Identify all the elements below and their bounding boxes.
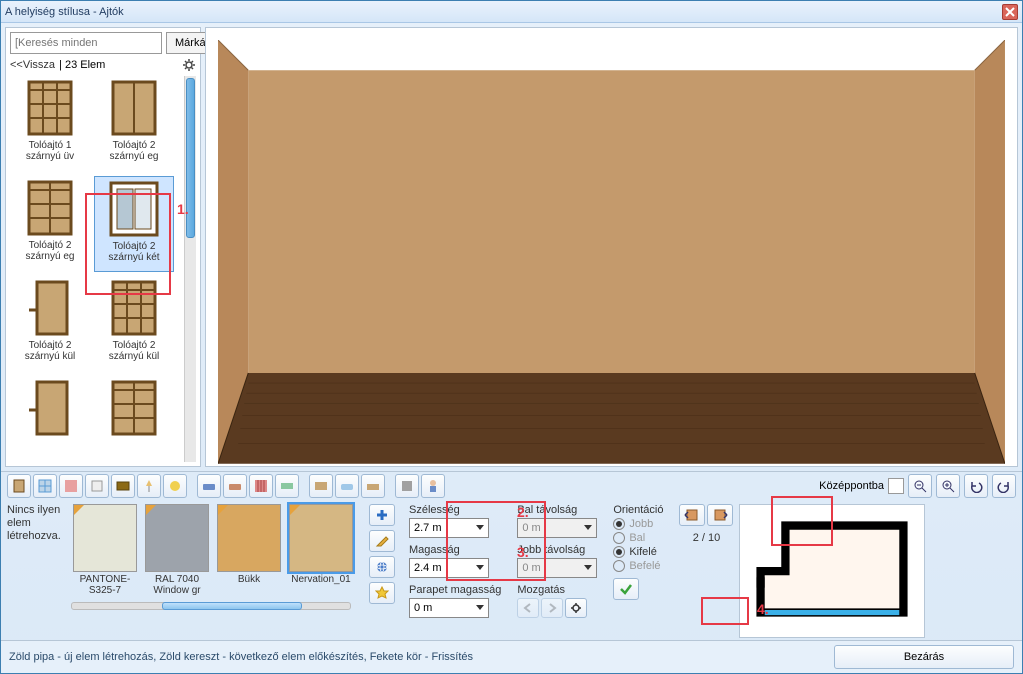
favorite-button[interactable] bbox=[369, 582, 395, 604]
chevron-down-icon bbox=[476, 565, 484, 570]
catalog-item[interactable] bbox=[94, 376, 174, 462]
chevron-down-icon bbox=[476, 605, 484, 610]
confirm-button[interactable] bbox=[613, 578, 639, 600]
cat-light-icon[interactable] bbox=[163, 474, 187, 498]
move-settings-button[interactable] bbox=[565, 598, 587, 618]
catalog-item[interactable]: Tolóajtó 1 szárnyú üv bbox=[10, 76, 90, 172]
chevron-down-icon bbox=[584, 565, 592, 570]
zoom-out-icon[interactable] bbox=[908, 474, 932, 498]
undo-icon[interactable] bbox=[964, 474, 988, 498]
no-item-label: Nincs ilyen elem létrehozva. bbox=[7, 504, 65, 544]
floorplan-panel bbox=[739, 504, 925, 638]
swatch-item[interactable]: Bükk bbox=[215, 504, 283, 596]
category-toolbar: Középpontba bbox=[1, 471, 1022, 500]
catalog-item[interactable]: Tolóajtó 2 szárnyú eg bbox=[94, 76, 174, 172]
cat-window-icon[interactable] bbox=[33, 474, 57, 498]
back-link[interactable]: <<Vissza bbox=[10, 59, 55, 71]
add-button[interactable] bbox=[369, 504, 395, 526]
redo-icon[interactable] bbox=[992, 474, 1016, 498]
item-count: | 23 Elem bbox=[59, 59, 105, 71]
move-right-button bbox=[541, 598, 563, 618]
height-select[interactable]: 2.4 m bbox=[409, 558, 489, 578]
cat-sofa-icon[interactable] bbox=[197, 474, 221, 498]
cat-lamp-icon[interactable] bbox=[137, 474, 161, 498]
catalog-item[interactable]: Tolóajtó 2 szárnyú kül bbox=[10, 276, 90, 372]
close-button[interactable]: Bezárás bbox=[834, 645, 1014, 669]
orient-label: Orientáció bbox=[613, 504, 663, 516]
center-label: Középpontba bbox=[819, 480, 884, 492]
status-text: Zöld pipa - új elem létrehozás, Zöld ker… bbox=[9, 651, 834, 663]
chevron-down-icon bbox=[584, 525, 592, 530]
swatch-scrollbar[interactable] bbox=[71, 602, 351, 610]
parapet-select[interactable]: 0 m bbox=[409, 598, 489, 618]
titlebar: A helyiség stílusa - Ajtók bbox=[1, 1, 1022, 23]
move-label: Mozgatás bbox=[517, 584, 597, 596]
cat-office-icon[interactable] bbox=[361, 474, 385, 498]
window-title: A helyiség stílusa - Ajtók bbox=[5, 6, 1002, 18]
floorplan-svg[interactable] bbox=[744, 509, 920, 633]
page-indicator: 2 / 10 bbox=[693, 532, 721, 544]
cat-rug-icon[interactable] bbox=[275, 474, 299, 498]
cat-switch-icon[interactable] bbox=[85, 474, 109, 498]
swatch-item-selected[interactable]: Nervation_01 bbox=[287, 504, 355, 596]
window-close-button[interactable] bbox=[1002, 4, 1018, 20]
window: A helyiség stílusa - Ajtók Márkák <<Viss… bbox=[0, 0, 1023, 674]
catalog-sidebar: Márkák <<Vissza | 23 Elem Tolóajtó 1 szá… bbox=[5, 27, 201, 467]
cat-bath-icon[interactable] bbox=[335, 474, 359, 498]
right-dist-select: 0 m bbox=[517, 558, 597, 578]
cat-door-icon[interactable] bbox=[7, 474, 31, 498]
left-dist-label: Bal távolság bbox=[517, 504, 597, 516]
orient-jobb-radio: Jobb bbox=[613, 518, 663, 530]
cat-curtain-icon[interactable] bbox=[249, 474, 273, 498]
search-input[interactable] bbox=[10, 32, 162, 54]
gear-icon[interactable] bbox=[182, 58, 196, 72]
cat-char-icon[interactable] bbox=[421, 474, 445, 498]
next-wall-button[interactable] bbox=[707, 504, 733, 526]
cat-bed-icon[interactable] bbox=[223, 474, 247, 498]
height-label: Magasság bbox=[409, 544, 501, 556]
catalog-item[interactable]: Tolóajtó 2 szárnyú eg bbox=[10, 176, 90, 272]
footer: Zöld pipa - új elem létrehozás, Zöld ker… bbox=[1, 640, 1022, 673]
cat-misc-icon[interactable] bbox=[395, 474, 419, 498]
chevron-down-icon bbox=[476, 525, 484, 530]
catalog-scrollbar[interactable] bbox=[184, 76, 196, 462]
prev-wall-button[interactable] bbox=[679, 504, 705, 526]
swatch-item[interactable]: PANTONE-S325-7 bbox=[71, 504, 139, 596]
parapet-label: Parapet magasság bbox=[409, 584, 501, 596]
center-checkbox[interactable] bbox=[888, 478, 904, 494]
width-select[interactable]: 2.7 m bbox=[409, 518, 489, 538]
web-button[interactable] bbox=[369, 556, 395, 578]
catalog-item[interactable]: Tolóajtó 2 szárnyú kül bbox=[94, 276, 174, 372]
edit-button[interactable] bbox=[369, 530, 395, 552]
catalog-item[interactable] bbox=[10, 376, 90, 462]
catalog-item-selected[interactable]: Tolóajtó 2 szárnyú két bbox=[94, 176, 174, 272]
catalog-grid: Tolóajtó 1 szárnyú üv Tolóajtó 2 szárnyú… bbox=[10, 76, 180, 462]
orient-bal-radio: Bal bbox=[613, 532, 663, 544]
cat-paint-icon[interactable] bbox=[59, 474, 83, 498]
material-swatches: PANTONE-S325-7 RAL 7040 Window gr Bükk N… bbox=[71, 504, 355, 596]
viewport-3d[interactable] bbox=[205, 27, 1018, 467]
cat-kitchen-icon[interactable] bbox=[309, 474, 333, 498]
right-dist-label: Jobb távolság bbox=[517, 544, 597, 556]
zoom-in-icon[interactable] bbox=[936, 474, 960, 498]
cat-decor-icon[interactable] bbox=[111, 474, 135, 498]
swatch-item[interactable]: RAL 7040 Window gr bbox=[143, 504, 211, 596]
width-label: Szélesség bbox=[409, 504, 501, 516]
left-dist-select: 0 m bbox=[517, 518, 597, 538]
move-left-button bbox=[517, 598, 539, 618]
orient-kifele-radio[interactable]: Kifelé bbox=[613, 546, 663, 558]
orient-befele-radio: Befelé bbox=[613, 560, 663, 572]
